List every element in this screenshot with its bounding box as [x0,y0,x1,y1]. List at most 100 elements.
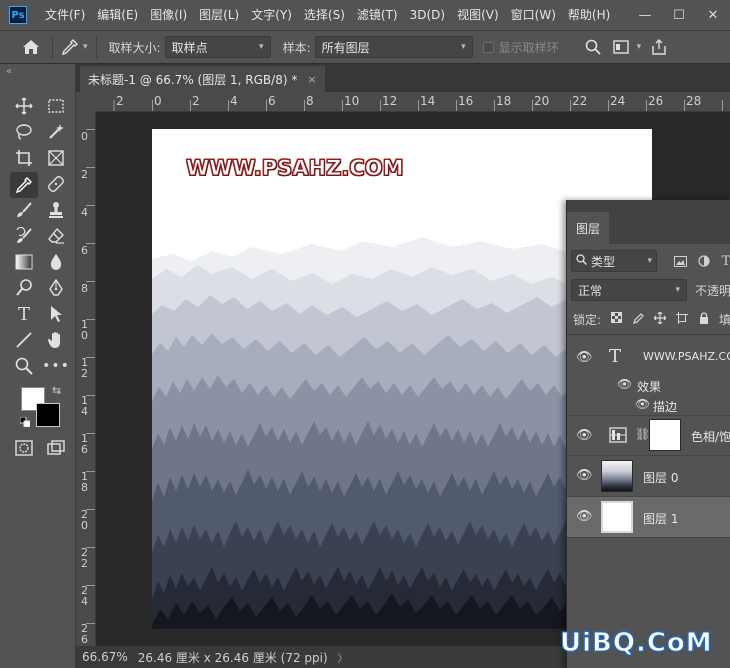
document-tab[interactable]: 未标题-1 @ 66.7% (图层 1, RGB/8) * × [80,66,325,92]
ruler-tick-label: 26 [648,94,664,108]
type-tool-icon[interactable]: T [12,302,36,326]
visibility-eye-icon[interactable]: 👁 [576,509,593,524]
ruler-tick-label: 2 4 [81,584,88,608]
visibility-eye-icon[interactable]: 👁 [576,428,593,443]
visibility-eye-icon[interactable]: 👁 [635,397,650,411]
layer-row-text[interactable]: 👁 T WWW.PSAHZ.COM [567,338,730,378]
show-sampling-ring-checkbox[interactable]: 显示取样环 [482,39,559,56]
ruler-tick-label: 2 2 [81,546,88,570]
more-tools-icon[interactable]: ••• [42,354,69,378]
fill-label: 填 [719,312,730,327]
share-icon[interactable] [651,39,667,55]
filter-type-icon[interactable]: T [717,252,730,270]
menu-layer[interactable]: 图层(L) [193,0,245,30]
brush-tool-icon[interactable] [12,198,36,222]
status-menu-icon[interactable]: 〉 [338,650,348,665]
menu-view[interactable]: 视图(V) [451,0,505,30]
lock-pixels-icon[interactable] [631,312,645,327]
blend-mode-select[interactable]: 正常 ▾ [571,279,687,301]
layer-filter-select[interactable]: 类型 ▾ [571,250,657,272]
menu-filter[interactable]: 滤镜(T) [351,0,404,30]
layer-effects-row[interactable]: 👁 效果 [567,376,730,396]
background-color-swatch[interactable] [36,403,60,427]
sample-size-select[interactable]: 取样点 ▾ [164,36,271,58]
workspace-icon[interactable]: ▾ [612,40,641,54]
lasso-tool-icon[interactable] [12,120,36,144]
menu-file[interactable]: 文件(F) [39,0,91,30]
lock-label: 锁定: [573,312,602,327]
menu-type[interactable]: 文字(Y) [245,0,298,30]
spot-healing-brush-icon[interactable] [44,172,68,196]
line-tool-icon[interactable] [12,328,36,352]
ruler-tick-label: 4 [230,94,238,108]
screen-mode-icon[interactable] [44,436,68,460]
visibility-eye-icon[interactable]: 👁 [576,468,593,483]
magic-wand-icon[interactable] [44,120,68,144]
show-sampling-ring-label: 显示取样环 [498,40,559,55]
ruler-tick-label: 2 6 [81,622,88,646]
lock-all-icon[interactable] [697,311,711,327]
rectangular-marquee-icon[interactable] [44,94,68,118]
eraser-tool-icon[interactable] [44,224,68,248]
divider [567,334,730,335]
ruler-tick-label: 20 [534,94,550,108]
filter-adjustment-icon[interactable] [695,252,713,270]
pen-tool-icon[interactable] [44,276,68,300]
history-brush-icon[interactable] [12,224,36,248]
lock-artboard-icon[interactable] [675,311,689,327]
quick-mask-icon[interactable] [12,436,36,460]
path-selection-icon[interactable] [44,302,68,326]
ruler-origin[interactable] [76,92,96,112]
blur-tool-icon[interactable] [44,250,68,274]
ruler-tick-label: 1 8 [81,470,88,494]
default-colors-icon[interactable] [19,416,31,430]
ruler-tick-label: 2 [116,94,124,108]
vertical-ruler[interactable]: 0 2 4 6 8 1 0 1 2 1 4 1 6 1 8 2 0 2 2 2 … [76,112,96,646]
gradient-tool-icon[interactable] [12,250,36,274]
search-icon[interactable] [585,39,601,55]
layer-row-layer-0[interactable]: 👁 图层 0 [567,456,730,497]
lock-position-icon[interactable] [653,311,667,327]
zoom-tool-icon[interactable] [12,354,36,378]
layer-mask-thumbnail[interactable] [649,419,681,451]
close-button[interactable]: ✕ [696,0,730,30]
checkbox-box [482,41,494,53]
clone-stamp-icon[interactable] [44,198,68,222]
move-tool-icon[interactable] [12,94,36,118]
eyedropper-preset-icon[interactable]: ▾ [61,38,88,56]
menu-edit[interactable]: 编辑(E) [91,0,144,30]
dodge-tool-icon[interactable] [12,276,36,300]
zoom-level[interactable]: 66.67% [82,650,128,664]
hand-tool-icon[interactable] [44,328,68,352]
ruler-tick-label: 28 [686,94,702,108]
visibility-eye-icon[interactable]: 👁 [576,350,593,365]
eyedropper-tool-icon[interactable] [10,172,38,198]
search-icon [576,254,588,268]
ruler-tick-label: 1 4 [81,394,88,418]
sample-select[interactable]: 所有图层 ▾ [314,36,473,58]
menu-help[interactable]: 帮助(H) [562,0,616,30]
filter-pixel-icon[interactable] [671,252,689,270]
menu-select[interactable]: 选择(S) [298,0,351,30]
visibility-eye-icon[interactable]: 👁 [617,377,632,391]
frame-tool-icon[interactable] [44,146,68,170]
crop-tool-icon[interactable] [12,146,36,170]
layer-row-hue-saturation[interactable]: 👁 ⛓ 色相/饱 [567,416,730,456]
menu-image[interactable]: 图像(I) [144,0,193,30]
menu-3d[interactable]: 3D(D) [404,0,451,30]
close-tab-icon[interactable]: × [307,73,316,86]
chain-link-icon[interactable]: ⛓ [635,427,650,441]
tab-layers[interactable]: 图层 [567,212,609,244]
menu-window[interactable]: 窗口(W) [505,0,562,30]
minimize-button[interactable]: — [628,0,662,30]
home-icon[interactable] [18,35,44,59]
collapse-panel-icon[interactable]: « [6,66,12,77]
layer-row-layer-1[interactable]: 👁 图层 1 [567,497,730,538]
ruler-tick-label: 8 [81,282,88,295]
maximize-button[interactable]: ☐ [662,0,696,30]
layer-effect-stroke-row[interactable]: 👁 描边 [567,396,730,416]
swap-colors-icon[interactable]: ⇆ [52,384,61,397]
lock-row: 锁定: 填 [573,310,730,328]
lock-transparent-icon[interactable] [609,312,623,326]
horizontal-ruler[interactable]: 2 0 2 4 6 8 10 12 14 16 18 20 22 24 26 2… [96,92,730,112]
